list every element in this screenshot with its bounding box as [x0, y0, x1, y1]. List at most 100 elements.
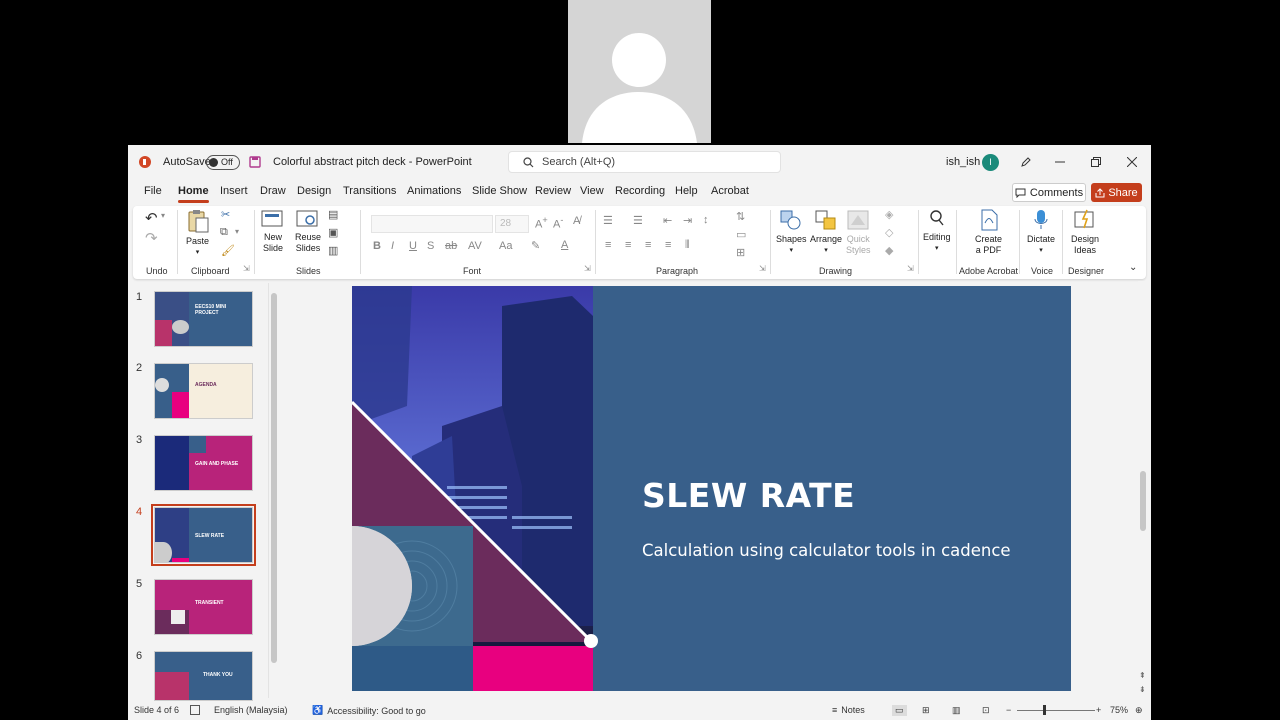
share-button[interactable]: Share: [1091, 183, 1142, 202]
align-center-icon[interactable]: ≡: [625, 239, 631, 251]
new-slide-button[interactable]: New Slide: [261, 209, 285, 254]
paste-button[interactable]: Paste ▾: [186, 209, 209, 258]
justify-icon[interactable]: ≡: [665, 239, 671, 251]
align-left-icon[interactable]: ≡: [605, 239, 611, 251]
notes-button[interactable]: ≡ Notes: [832, 705, 865, 715]
columns-icon[interactable]: ⫴: [685, 239, 690, 252]
slide-subtitle[interactable]: Calculation using calculator tools in ca…: [642, 541, 1011, 560]
smartart-icon[interactable]: ⊞: [736, 246, 745, 259]
zoom-out-icon[interactable]: −: [1006, 705, 1011, 715]
reuse-slides-button[interactable]: Reuse Slides: [295, 209, 321, 254]
underline-icon[interactable]: U: [409, 240, 417, 252]
copy-dropdown-icon[interactable]: ▾: [235, 227, 239, 236]
cut-icon[interactable]: ✂: [221, 208, 230, 221]
strikethrough-icon[interactable]: ab: [445, 240, 457, 252]
undo-icon[interactable]: ↶: [145, 209, 158, 227]
shape-effects-icon[interactable]: ◆: [885, 244, 893, 257]
menu-insert[interactable]: Insert: [220, 185, 248, 197]
clear-formatting-icon[interactable]: A̸: [573, 215, 580, 227]
editing-button[interactable]: Editing ▾: [923, 209, 951, 254]
zoom-in-icon[interactable]: +: [1096, 705, 1101, 715]
menu-transitions[interactable]: Transitions: [343, 185, 396, 197]
font-size-input[interactable]: 28: [495, 215, 529, 233]
slide-thumbnail-5[interactable]: TRANSIENT: [154, 579, 253, 635]
increase-indent-icon[interactable]: ⇥: [683, 214, 692, 227]
slideshow-icon[interactable]: ⊡: [982, 705, 990, 716]
menu-slide-show[interactable]: Slide Show: [472, 185, 527, 197]
save-icon[interactable]: [249, 145, 261, 179]
menu-design[interactable]: Design: [297, 185, 331, 197]
increase-font-icon[interactable]: A+: [535, 215, 548, 231]
drawing-launcher-icon[interactable]: ⇲: [907, 264, 914, 273]
menu-review[interactable]: Review: [535, 185, 571, 197]
menu-help[interactable]: Help: [675, 185, 698, 197]
copy-icon[interactable]: ⧉: [220, 226, 228, 239]
menu-recording[interactable]: Recording: [615, 185, 665, 197]
redo-icon[interactable]: ↷: [145, 229, 158, 247]
zoom-slider[interactable]: [1017, 710, 1095, 711]
user-avatar[interactable]: I: [982, 145, 999, 179]
search-input[interactable]: Search (Alt+Q): [508, 151, 781, 173]
section-icon[interactable]: ▥: [328, 244, 338, 257]
pen-icon[interactable]: [1008, 145, 1044, 179]
reset-icon[interactable]: ▣: [328, 226, 338, 239]
language-indicator[interactable]: English (Malaysia): [214, 705, 288, 715]
thumbnail-scroll-thumb[interactable]: [271, 293, 277, 663]
undo-dropdown-icon[interactable]: ▾: [161, 211, 165, 220]
slide-thumbnail-1[interactable]: EECS10 MINI PROJECT: [154, 291, 253, 347]
autosave-toggle[interactable]: Off: [206, 145, 240, 179]
next-slide-icon[interactable]: ⇟: [1139, 685, 1146, 694]
menu-view[interactable]: View: [580, 185, 604, 197]
slide-thumbnail-3[interactable]: GAIN AND PHASE: [154, 435, 253, 491]
fit-to-window-icon[interactable]: ⊕: [1135, 705, 1143, 716]
menu-acrobat[interactable]: Acrobat: [711, 185, 749, 197]
slide-canvas[interactable]: SLEW RATE Calculation using calculator t…: [352, 286, 1071, 691]
slide-title[interactable]: SLEW RATE: [642, 476, 855, 515]
thumbnail-scrollbar[interactable]: [268, 283, 278, 698]
align-right-icon[interactable]: ≡: [645, 239, 651, 251]
arrange-button[interactable]: Arrange ▾: [810, 209, 842, 256]
zoom-level[interactable]: 75%: [1110, 705, 1128, 715]
comments-button[interactable]: Comments: [1012, 183, 1086, 202]
slide-thumbnail-4[interactable]: SLEW RATE: [151, 504, 256, 566]
reading-view-icon[interactable]: ▥: [952, 705, 961, 716]
decrease-font-icon[interactable]: A-: [553, 215, 563, 231]
create-pdf-button[interactable]: Create a PDF: [975, 209, 1002, 256]
highlight-icon[interactable]: ✎: [531, 239, 540, 252]
paragraph-launcher-icon[interactable]: ⇲: [759, 264, 766, 273]
close-icon[interactable]: [1114, 145, 1150, 179]
decrease-indent-icon[interactable]: ⇤: [663, 214, 672, 227]
align-text-icon[interactable]: ▭: [736, 228, 746, 241]
font-launcher-icon[interactable]: ⇲: [584, 264, 591, 273]
design-ideas-button[interactable]: Design Ideas: [1071, 209, 1099, 256]
prev-slide-icon[interactable]: ⇞: [1139, 671, 1146, 680]
text-direction-icon[interactable]: ⇅: [736, 210, 745, 223]
bold-icon[interactable]: B: [373, 240, 381, 252]
menu-home[interactable]: Home: [178, 185, 209, 203]
numbering-icon[interactable]: ☰: [633, 214, 643, 227]
change-case-icon[interactable]: Aa: [499, 240, 512, 252]
collapse-ribbon-icon[interactable]: ⌄: [1129, 262, 1137, 273]
shapes-button[interactable]: Shapes ▾: [776, 209, 807, 256]
slide-scrollbar[interactable]: ⇞ ⇟: [1138, 281, 1148, 701]
slide-sorter-icon[interactable]: ⊞: [922, 705, 930, 716]
restore-icon[interactable]: [1078, 145, 1114, 179]
shadow-icon[interactable]: S: [427, 240, 434, 252]
shape-fill-icon[interactable]: ◈: [885, 208, 893, 221]
font-color-icon[interactable]: A: [561, 239, 568, 251]
clipboard-launcher-icon[interactable]: ⇲: [243, 264, 250, 273]
slide-thumbnail-6[interactable]: THANK YOU: [154, 651, 253, 701]
shape-outline-icon[interactable]: ◇: [885, 226, 893, 239]
accessibility-status[interactable]: ♿ Accessibility: Good to go: [312, 705, 426, 716]
layout-icon[interactable]: ▤: [328, 208, 338, 221]
line-spacing-icon[interactable]: ↕: [703, 214, 709, 226]
minimize-icon[interactable]: [1042, 145, 1078, 179]
quick-styles-button[interactable]: Quick Styles: [846, 209, 871, 256]
menu-animations[interactable]: Animations: [407, 185, 461, 197]
italic-icon[interactable]: I: [391, 240, 394, 252]
notes-check-icon[interactable]: [190, 705, 200, 715]
bullets-icon[interactable]: ☰: [603, 214, 613, 227]
dictate-button[interactable]: Dictate ▾: [1027, 209, 1055, 256]
menu-draw[interactable]: Draw: [260, 185, 286, 197]
font-name-input[interactable]: [371, 215, 493, 233]
